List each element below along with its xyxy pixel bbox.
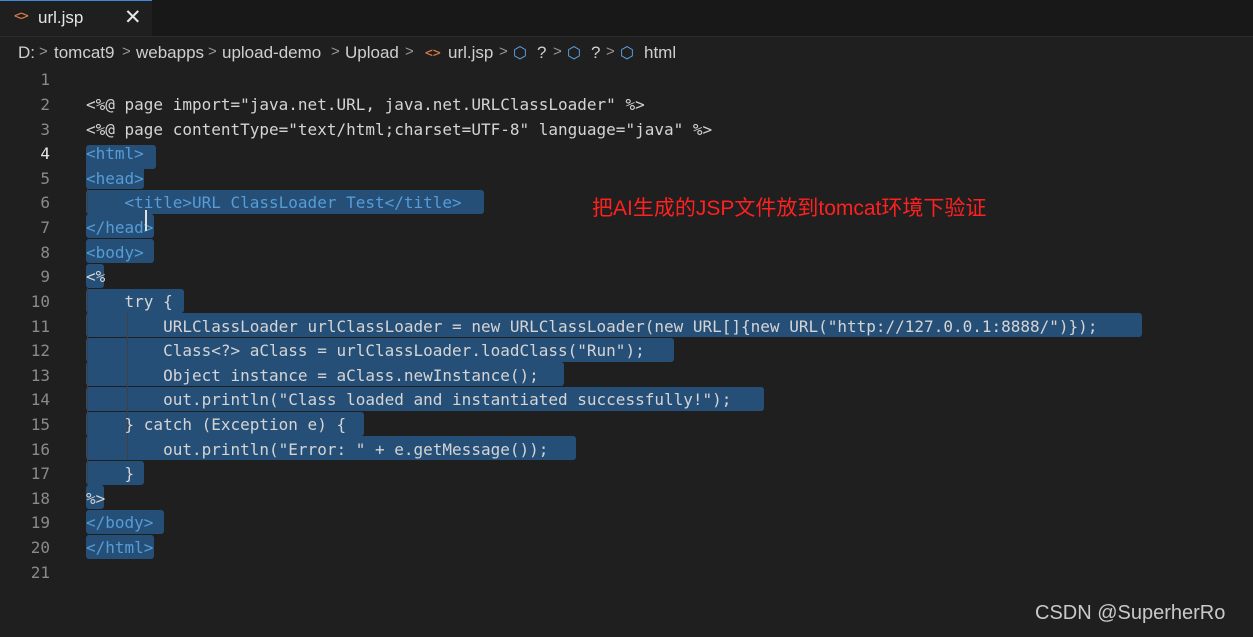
line-number: 19 [30,513,50,532]
chevron-right-icon: > [499,43,508,60]
code-line[interactable]: <%@ page import="java.net.URL, java.net.… [86,95,645,114]
code-line[interactable]: %> [86,489,105,508]
breadcrumb: D: > tomcat9 > webapps > upload-demo > U… [0,40,1253,66]
line-number: 13 [30,366,50,385]
line-number: 15 [30,415,50,434]
code-line[interactable]: out.println("Class loaded and instantiat… [86,390,731,409]
code-line[interactable]: </html> [86,538,153,557]
breadcrumb-upload[interactable]: Upload [345,43,399,63]
code-file-icon: <> [425,46,441,61]
line-number: 10 [30,292,50,311]
line-number: 12 [30,341,50,360]
code-line[interactable]: <% [86,267,105,286]
code-editor[interactable]: 1 2 3 4 5 6 7 8 9 10 11 12 13 14 15 16 1… [0,66,1253,637]
line-number: 1 [40,70,50,89]
code-line[interactable]: <%@ page contentType="text/html;charset=… [86,120,712,139]
tab-label[interactable]: url.jsp [38,8,83,28]
cube-icon: ⬡ [513,45,527,62]
line-number: 7 [40,218,50,237]
code-line[interactable]: Class<?> aClass = urlClassLoader.loadCla… [86,341,645,360]
breadcrumb-drive[interactable]: D: [18,43,35,63]
chevron-right-icon: > [331,43,340,60]
tab-url-jsp[interactable]: <> url.jsp ✕ [0,0,152,36]
chevron-right-icon: > [405,43,414,60]
line-number: 3 [40,120,50,139]
watermark: CSDN @SuperherRo [1035,602,1226,624]
line-number: 8 [40,243,50,262]
breadcrumb-html[interactable]: html [644,43,676,63]
annotation-text: 把AI生成的JSP文件放到tomcat环境下验证 [592,197,987,220]
code-line[interactable]: <head> [86,169,144,188]
cube-icon: ⬡ [567,45,581,62]
breadcrumb-symbol-2[interactable]: ? [591,43,600,63]
code-line[interactable]: <html> [86,144,144,163]
chevron-right-icon: > [208,43,217,60]
line-number-active: 4 [40,144,50,163]
code-line[interactable]: try { [86,292,173,311]
chevron-right-icon: > [553,43,562,60]
chevron-right-icon: > [122,43,131,60]
code-line[interactable]: out.println("Error: " + e.getMessage()); [86,440,548,459]
close-icon[interactable]: ✕ [124,5,142,31]
breadcrumb-tomcat9[interactable]: tomcat9 [54,43,114,63]
breadcrumb-upload-demo[interactable]: upload-demo [222,43,321,63]
line-number: 11 [30,317,50,336]
text-cursor [145,210,147,231]
line-number: 20 [30,538,50,557]
line-number: 9 [40,267,50,286]
line-number: 18 [30,489,50,508]
chevron-right-icon: > [39,43,48,60]
line-number: 21 [30,563,50,582]
code-line[interactable]: Object instance = aClass.newInstance(); [86,366,539,385]
code-line[interactable]: } catch (Exception e) { [86,415,347,434]
code-line[interactable]: </body> [86,513,153,532]
cube-icon: ⬡ [620,45,634,62]
line-number: 2 [40,95,50,114]
code-line[interactable]: </head> [86,218,153,237]
line-number: 17 [30,464,50,483]
line-number: 14 [30,390,50,409]
tab-bar: <> url.jsp ✕ [0,0,1253,37]
line-number: 6 [40,193,50,212]
code-file-icon: <> [14,9,29,24]
breadcrumb-webapps[interactable]: webapps [136,43,204,63]
line-number: 5 [40,169,50,188]
chevron-right-icon: > [606,43,615,60]
breadcrumb-symbol-1[interactable]: ? [537,43,546,63]
code-line[interactable]: <body> [86,243,144,262]
line-number: 16 [30,440,50,459]
code-line[interactable]: } [86,464,135,483]
code-line[interactable]: <title>URL ClassLoader Test</title> [86,193,462,212]
breadcrumb-url-jsp[interactable]: url.jsp [448,43,493,63]
code-line[interactable]: URLClassLoader urlClassLoader = new URLC… [86,317,1097,336]
